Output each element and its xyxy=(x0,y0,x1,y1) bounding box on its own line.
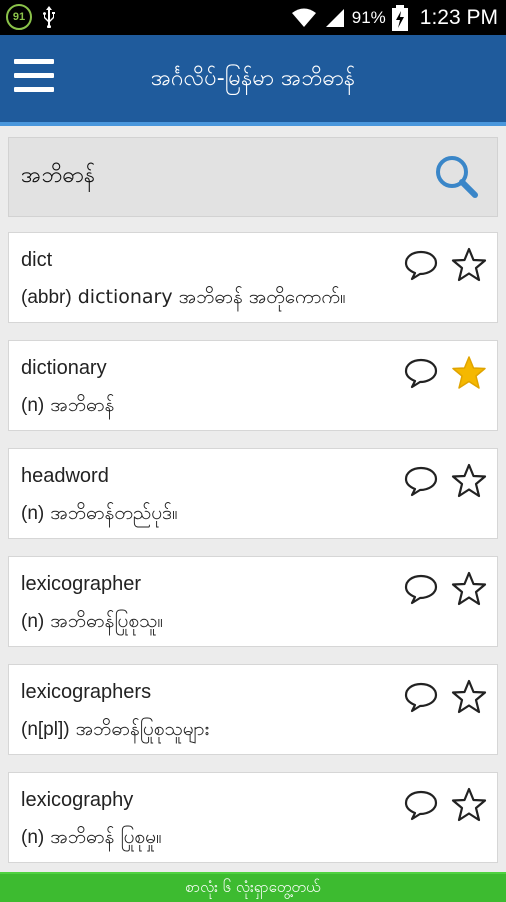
battery-percent: 91% xyxy=(351,7,386,27)
status-bar: 91 91% 1:23 PM xyxy=(0,0,506,35)
entry-word: headword xyxy=(21,465,109,487)
entry-word: lexicography xyxy=(21,789,134,811)
signal-icon xyxy=(325,8,344,27)
search-input[interactable]: အဘိဓာန် xyxy=(21,160,95,193)
list-item[interactable]: headword (n) အဘိဓာန်တည်ပုဒ်။ xyxy=(8,448,498,539)
speech-bubble-icon[interactable] xyxy=(403,573,439,605)
app-title: အင်္ဂလိပ်-မြန်မာ အဘိဓာန် xyxy=(150,66,356,91)
speech-bubble-icon[interactable] xyxy=(403,465,439,497)
entry-definition: (n) အဘိဓာန် ပြုစုမှု။ xyxy=(21,825,162,853)
list-item[interactable]: lexicographers (n[pl]) အဘိဓာန်ပြုစုသူမျာ… xyxy=(8,664,498,755)
star-icon[interactable] xyxy=(451,463,487,499)
speech-bubble-icon[interactable] xyxy=(403,681,439,713)
list-item[interactable]: dict (abbr) dictionary အဘိဓာန် အတိုကောက်… xyxy=(8,232,498,323)
app-bar: အင်္ဂလိပ်-မြန်မာ အဘိဓာန် xyxy=(0,35,506,126)
list-item[interactable]: lexicographer (n) အဘိဓာန်ပြုစုသူ။ xyxy=(8,556,498,647)
entry-meaning: အဘိဓာန် ပြုစုမှု။ xyxy=(44,826,162,848)
battery-charging-icon xyxy=(391,4,408,31)
star-icon[interactable] xyxy=(451,787,487,823)
entry-pos: (abbr) xyxy=(21,287,72,308)
entry-pos: (n) xyxy=(21,827,45,848)
entry-word: lexicographers xyxy=(21,681,152,703)
entry-meaning: အဘိဓာန် xyxy=(44,394,115,416)
speech-bubble-icon[interactable] xyxy=(403,357,439,389)
entry-meaning: အဘိဓာန်တည်ပုဒ်။ xyxy=(44,502,178,524)
entry-pos: (n) xyxy=(21,611,45,632)
notification-badge: 91 xyxy=(6,4,32,30)
star-filled-icon[interactable] xyxy=(451,355,487,391)
speech-bubble-icon[interactable] xyxy=(403,249,439,281)
entry-definition: (n) အဘိဓာန်တည်ပုဒ်။ xyxy=(21,501,178,529)
entry-definition: (n[pl]) အဘိဓာန်ပြုစုသူများ xyxy=(21,717,209,745)
entry-word: dictionary xyxy=(21,357,107,379)
entry-word: lexicographer xyxy=(21,573,142,595)
entry-pos: (n) xyxy=(21,503,45,524)
entry-meaning: အဘိဓာန်ပြုစုသူများ xyxy=(69,718,210,740)
entry-word: dict xyxy=(21,249,53,271)
entry-definition: (n) အဘိဓာန် xyxy=(21,393,114,421)
list-item[interactable]: lexicography (n) အဘိဓာန် ပြုစုမှု။ xyxy=(8,772,498,863)
star-icon[interactable] xyxy=(451,247,487,283)
entry-pos: (n[pl]) xyxy=(21,719,70,740)
speech-bubble-icon[interactable] xyxy=(403,789,439,821)
entry-pos: (n) xyxy=(21,395,45,416)
search-icon[interactable] xyxy=(433,153,479,199)
star-icon[interactable] xyxy=(451,571,487,607)
entry-meaning: dictionary အဘိဓာန် အတိုကောက်။ xyxy=(71,286,346,308)
list-item[interactable]: dictionary (n) အဘိဓာန် xyxy=(8,340,498,431)
usb-icon xyxy=(43,6,55,28)
clock: 1:23 PM xyxy=(419,5,498,29)
entry-meaning: အဘိဓာန်ပြုစုသူ။ xyxy=(44,610,164,632)
star-icon[interactable] xyxy=(451,679,487,715)
wifi-icon xyxy=(291,8,316,27)
search-bar[interactable]: အဘိဓာန် xyxy=(8,137,498,217)
entry-definition: (abbr) dictionary အဘိဓာန် အတိုကောက်။ xyxy=(21,285,346,313)
entry-definition: (n) အဘိဓာန်ပြုစုသူ။ xyxy=(21,609,163,637)
result-count-footer: စာလုံး ၆ လုံးရှာတွေ့တယ် xyxy=(0,872,506,902)
